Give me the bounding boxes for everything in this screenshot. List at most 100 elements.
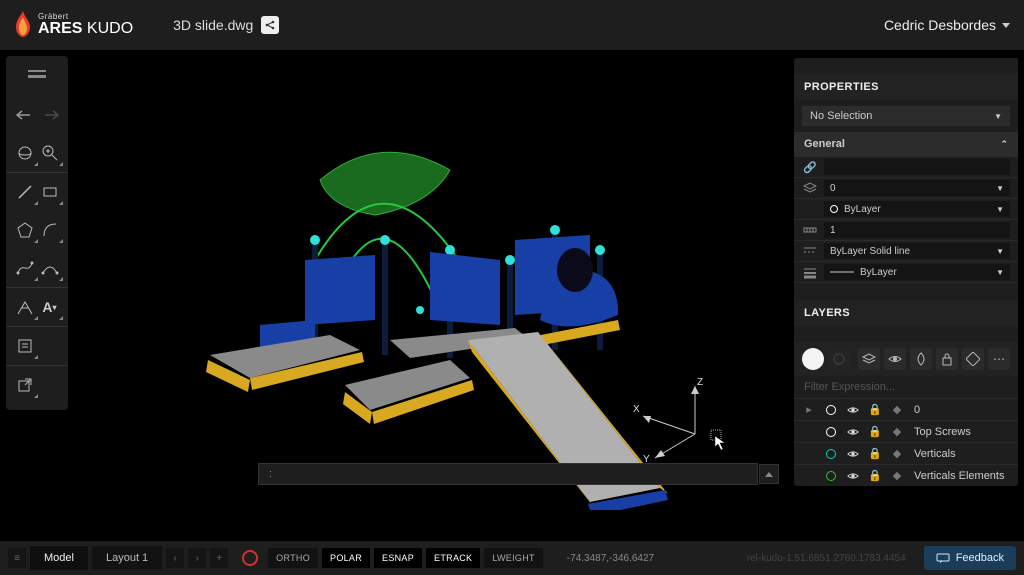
text-button[interactable]: A▾ <box>39 296 61 318</box>
color-value: ByLayer <box>844 204 881 215</box>
layer-name: Verticals <box>910 448 1012 460</box>
export-button[interactable] <box>14 374 36 396</box>
note-button[interactable] <box>14 335 36 357</box>
hyperlink-field[interactable] <box>824 159 1010 175</box>
curve-button[interactable] <box>39 257 61 279</box>
feedback-label: Feedback <box>956 552 1004 564</box>
scale-field[interactable]: 1 <box>824 222 1010 238</box>
general-section-header[interactable]: General ⌃ <box>794 132 1018 156</box>
freeze-icon[interactable]: ◆ <box>888 403 906 416</box>
layer-filter-input[interactable]: Filter Expression... <box>794 376 1018 398</box>
layer-color-swatch <box>826 405 836 415</box>
layer-icon <box>802 180 818 196</box>
general-label: General <box>804 138 845 150</box>
eye-icon[interactable] <box>844 448 862 460</box>
toggle-ortho[interactable]: ORTHO <box>268 548 318 568</box>
status-bar: ≡ Model Layout 1 ‹ › + ORTHO POLAR ESNAP… <box>0 541 1024 575</box>
rectangle-button[interactable] <box>39 181 61 203</box>
tab-model[interactable]: Model <box>30 546 88 570</box>
chevron-up-icon <box>765 472 773 477</box>
polygon-button[interactable] <box>14 219 36 241</box>
layer-state-button[interactable] <box>828 348 850 370</box>
username-label: Cedric Desbordes <box>884 17 996 33</box>
chevron-right-icon: ▸ <box>800 403 818 416</box>
toggle-etrack[interactable]: ETRACK <box>426 548 480 568</box>
layer-stack-button[interactable] <box>858 348 880 370</box>
lineweight-icon <box>802 264 818 280</box>
model-preview <box>120 110 680 510</box>
comment-icon <box>936 553 950 563</box>
dimension-button[interactable] <box>14 296 36 318</box>
record-icon[interactable] <box>242 550 258 566</box>
feedback-button[interactable]: Feedback <box>924 546 1016 570</box>
layer-freeze-button[interactable] <box>910 348 932 370</box>
layer-print-button[interactable] <box>962 348 984 370</box>
eye-icon[interactable] <box>844 470 862 482</box>
command-prompt: : <box>269 468 272 480</box>
layer-name: Verticals Elements <box>910 470 1012 482</box>
lock-icon[interactable]: 🔒 <box>866 469 884 482</box>
app-logo: Gräbert ARES KUDO <box>14 11 133 39</box>
layer-row[interactable]: 🔒 ◆ Verticals Elements <box>794 464 1018 486</box>
coordinates-readout: -74.3487,-346.6427 <box>567 553 654 564</box>
layers-title: LAYERS <box>794 300 1018 326</box>
chevron-down-icon <box>1002 23 1010 28</box>
freeze-icon[interactable]: ◆ <box>888 425 906 438</box>
layer-visibility-button[interactable] <box>884 348 906 370</box>
layer-field[interactable]: 0 ▼ <box>824 180 1010 196</box>
layer-row[interactable]: 🔒 ◆ Top Screws <box>794 420 1018 442</box>
layer-color-swatch <box>826 427 836 437</box>
freeze-icon[interactable]: ◆ <box>888 469 906 482</box>
share-icon[interactable] <box>261 16 279 34</box>
menu-button[interactable] <box>6 62 68 86</box>
command-line[interactable]: : <box>258 463 758 485</box>
eye-icon[interactable] <box>844 426 862 438</box>
undo-button[interactable] <box>14 104 36 126</box>
layer-row[interactable]: ▸ 🔒 ◆ 0 <box>794 398 1018 420</box>
tab-add-button[interactable]: + <box>210 548 228 568</box>
tabs-menu-button[interactable]: ≡ <box>8 548 26 568</box>
line-button[interactable] <box>14 181 36 203</box>
brand-sub: KUDO <box>87 20 133 37</box>
scale-icon <box>802 222 818 238</box>
lineweight-field[interactable]: ByLayer ▼ <box>824 264 1010 280</box>
flame-icon <box>14 11 32 39</box>
app-header: Gräbert ARES KUDO 3D slide.dwg Cedric De… <box>0 0 1024 50</box>
lock-icon[interactable]: 🔒 <box>866 447 884 460</box>
layer-more-button[interactable]: ⋯ <box>988 348 1010 370</box>
command-history-button[interactable] <box>759 464 779 484</box>
toggle-lweight[interactable]: LWEIGHT <box>484 548 542 568</box>
tab-layout1[interactable]: Layout 1 <box>92 546 162 570</box>
tab-prev-button[interactable]: ‹ <box>166 548 184 568</box>
lock-icon[interactable]: 🔒 <box>866 425 884 438</box>
toggle-esnap[interactable]: ESNAP <box>374 548 422 568</box>
spline-button[interactable] <box>14 257 36 279</box>
arc-button[interactable] <box>39 219 61 241</box>
toggle-polar[interactable]: POLAR <box>322 548 370 568</box>
properties-panel: PROPERTIES No Selection ▼ General ⌃ 🔗 0 … <box>794 58 1018 303</box>
tab-next-button[interactable]: › <box>188 548 206 568</box>
lock-icon[interactable]: 🔒 <box>866 403 884 416</box>
axis-x-label: X <box>633 404 640 415</box>
linetype-field[interactable]: ByLayer Solid line ▼ <box>824 243 1010 259</box>
link-icon: 🔗 <box>802 159 818 175</box>
selection-dropdown[interactable]: No Selection ▼ <box>802 106 1010 126</box>
freeze-icon[interactable]: ◆ <box>888 447 906 460</box>
zoom-button[interactable] <box>39 142 61 164</box>
document-title: 3D slide.dwg <box>173 16 279 34</box>
orbit-button[interactable] <box>14 142 36 164</box>
axis-z-label: Z <box>697 377 703 388</box>
layer-lock-button[interactable] <box>936 348 958 370</box>
lineweight-value: ByLayer <box>860 267 897 278</box>
selection-label: No Selection <box>810 110 872 122</box>
layer-row[interactable]: 🔒 ◆ Verticals <box>794 442 1018 464</box>
eye-icon[interactable] <box>844 404 862 416</box>
redo-button[interactable] <box>39 104 61 126</box>
current-layer-color[interactable] <box>802 348 824 370</box>
color-field[interactable]: ByLayer ▼ <box>824 201 1010 217</box>
color-icon <box>802 201 818 217</box>
axis-compass: Z X Y <box>625 376 735 466</box>
user-menu[interactable]: Cedric Desbordes <box>884 17 1010 33</box>
linetype-icon <box>802 243 818 259</box>
properties-title: PROPERTIES <box>794 74 1018 100</box>
